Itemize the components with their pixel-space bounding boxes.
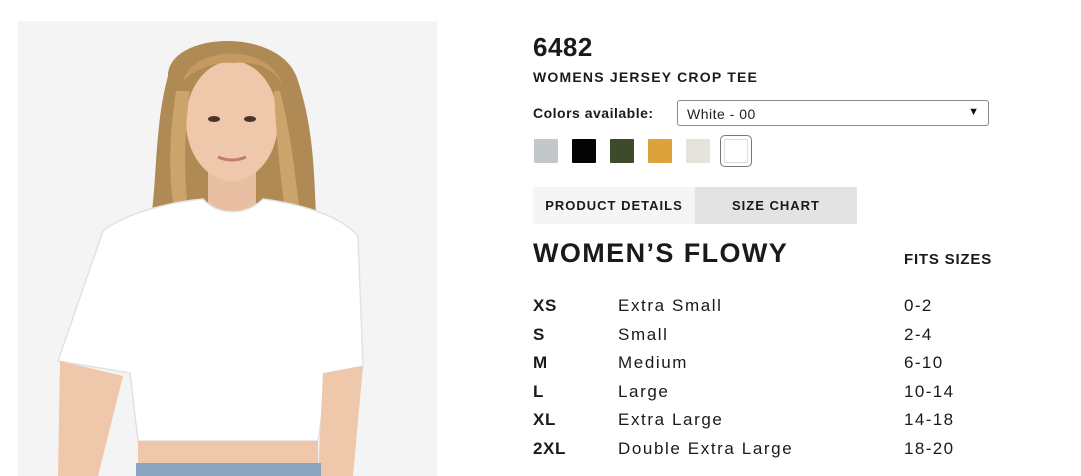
- size-row: XS Extra Small 0-2: [533, 293, 1003, 322]
- size-abbr: L: [533, 381, 544, 401]
- size-abbr: M: [533, 353, 548, 372]
- size-fits: 18-20: [904, 438, 955, 458]
- product-sku: 6482: [533, 32, 593, 62]
- size-fits: 6-10: [904, 353, 944, 372]
- color-select[interactable]: White - 00 ▼: [677, 100, 989, 126]
- size-abbr: 2XL: [533, 438, 566, 458]
- size-fits: 0-2: [904, 296, 933, 315]
- size-fits: 14-18: [904, 410, 955, 429]
- size-row: M Medium 6-10: [533, 350, 1003, 379]
- size-chart-title: WOMEN’S FLOWY: [533, 238, 789, 268]
- size-row: L Large 10-14: [533, 379, 1003, 408]
- model-illustration: [18, 21, 437, 476]
- fits-sizes-header: FITS SIZES: [904, 251, 993, 268]
- olive-swatch[interactable]: [610, 139, 634, 163]
- size-name: Extra Large: [618, 410, 724, 429]
- size-fits: 10-14: [904, 381, 955, 401]
- size-abbr: S: [533, 324, 545, 344]
- colors-label: Colors available:: [533, 105, 654, 121]
- size-abbr: XL: [533, 410, 556, 429]
- size-row: XL Extra Large 14-18: [533, 407, 1003, 436]
- gray-swatch[interactable]: [534, 139, 558, 163]
- size-chart-rows: XS Extra Small 0-2 S Small 2-4 M Medium …: [533, 293, 1003, 464]
- color-swatches: [533, 135, 763, 167]
- size-fits: 2-4: [904, 324, 933, 344]
- tab-product-details[interactable]: PRODUCT DETAILS: [533, 187, 695, 224]
- white-swatch[interactable]: [720, 135, 752, 167]
- product-name: WOMENS JERSEY CROP TEE: [533, 69, 759, 85]
- size-row: S Small 2-4: [533, 322, 1003, 351]
- tab-size-chart[interactable]: SIZE CHART: [695, 187, 857, 224]
- cream-swatch[interactable]: [686, 139, 710, 163]
- size-abbr: XS: [533, 296, 557, 315]
- size-name: Double Extra Large: [618, 438, 794, 458]
- size-name: Small: [618, 324, 669, 344]
- black-swatch[interactable]: [572, 139, 596, 163]
- size-name: Medium: [618, 353, 689, 372]
- product-photo: [18, 21, 437, 476]
- size-name: Large: [618, 381, 670, 401]
- mustard-swatch[interactable]: [648, 139, 672, 163]
- caret-down-icon: ▼: [968, 106, 979, 118]
- size-name: Extra Small: [618, 296, 723, 315]
- size-row: 2XL Double Extra Large 18-20: [533, 436, 1003, 465]
- color-select-value: White - 00: [687, 106, 756, 122]
